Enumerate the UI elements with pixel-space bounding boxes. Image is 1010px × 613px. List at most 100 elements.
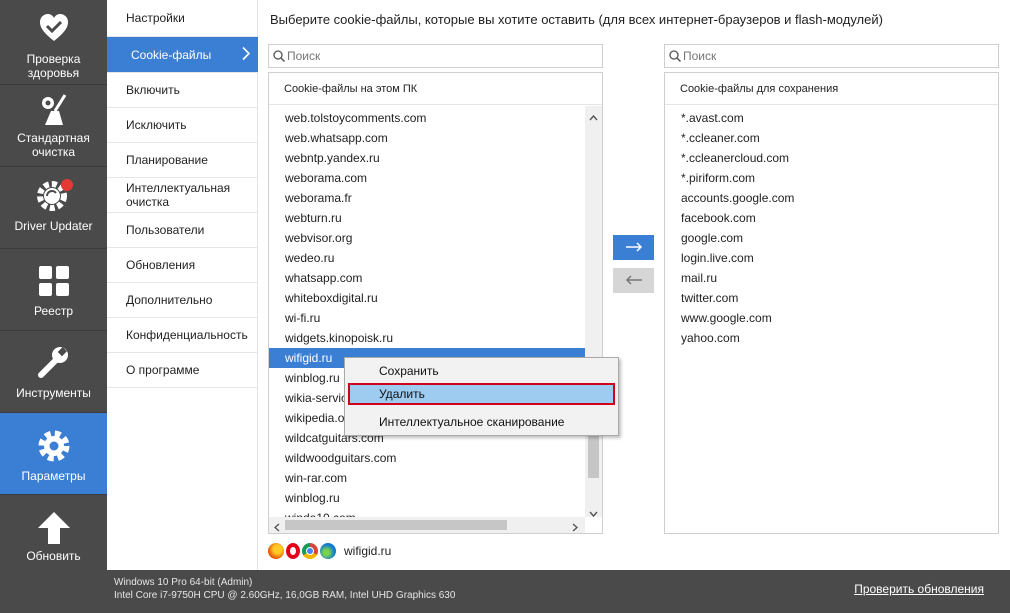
nav-item-about[interactable]: О программе — [107, 353, 258, 388]
list-item[interactable]: wi-fi.ru — [269, 308, 585, 328]
browser-icons-row: wifigid.ru — [268, 542, 391, 560]
context-delete-item[interactable]: Удалить — [348, 383, 615, 405]
scroll-left-icon[interactable] — [273, 521, 280, 533]
check-updates-link[interactable]: Проверить обновления — [854, 582, 984, 596]
list-item[interactable]: webntp.yandex.ru — [269, 148, 585, 168]
list-item[interactable]: *.ccleaner.com — [665, 128, 998, 148]
arrow-up-icon — [37, 511, 71, 548]
hardware-info: Intel Core i7-9750H CPU @ 2.60GHz, 16,0G… — [114, 590, 456, 601]
sidebar-item-driver-updater[interactable]: Driver Updater — [0, 167, 107, 249]
list-item[interactable]: wildwoodguitars.com — [269, 448, 585, 468]
nav-item-exclude[interactable]: Исключить — [107, 108, 258, 143]
right-search-input[interactable] — [683, 49, 983, 63]
nav-item-privacy[interactable]: Конфиденциальность — [107, 318, 258, 353]
sidebar-item-tools[interactable]: Инструменты — [0, 331, 107, 413]
sidebar-item-label: Параметры — [21, 469, 86, 483]
opera-icon — [286, 543, 300, 559]
sidebar-item-health-check[interactable]: Проверка здоровья — [0, 0, 107, 85]
list-item[interactable]: weborama.fr — [269, 188, 585, 208]
nav-item-advanced[interactable]: Дополнительно — [107, 283, 258, 318]
list-item[interactable]: weborama.com — [269, 168, 585, 188]
list-item[interactable]: *.ccleanercloud.com — [665, 148, 998, 168]
right-search-box[interactable] — [664, 44, 999, 68]
sidebar-item-label: Обновить — [26, 549, 81, 563]
gear-refresh-icon — [35, 179, 73, 216]
search-icon — [273, 50, 286, 65]
nav-item-label: Дополнительно — [126, 293, 213, 307]
pc-cookies-panel: Cookie-файлы на этом ПК web.tolstoycomme… — [268, 72, 603, 534]
panel-header: Cookie-файлы на этом ПК — [269, 73, 602, 105]
scroll-right-icon[interactable] — [572, 521, 579, 533]
nav-item-label: Конфиденциальность — [126, 328, 248, 342]
nav-item-cookies[interactable]: Cookie-файлы — [107, 37, 258, 73]
list-item[interactable]: win-rar.com — [269, 468, 585, 488]
list-item[interactable]: *.piriform.com — [665, 168, 998, 188]
sidebar-item-registry[interactable]: Реестр — [0, 249, 107, 331]
pc-cookies-list: web.tolstoycomments.com web.whatsapp.com w… — [269, 106, 585, 517]
status-footer: Windows 10 Pro 64-bit (Admin) Intel Core… — [107, 570, 1010, 613]
list-item[interactable]: facebook.com — [665, 208, 998, 228]
list-item[interactable]: winda10.com — [269, 508, 585, 517]
nav-item-scheduling[interactable]: Планирование — [107, 143, 258, 178]
wrench-icon — [37, 345, 71, 382]
nav-item-include[interactable]: Включить — [107, 73, 258, 108]
sidebar-item-label: Стандартная очистка — [17, 131, 90, 159]
nav-item-settings[interactable]: Настройки — [107, 0, 258, 37]
os-info: Windows 10 Pro 64-bit (Admin) — [114, 577, 253, 588]
sidebar-item-standard-clean[interactable]: Стандартная очистка — [0, 85, 107, 167]
context-menu: Сохранить Удалить Интеллектуальное скани… — [344, 357, 619, 436]
sidebar-item-label: Реестр — [34, 304, 73, 318]
main-sidebar: Проверка здоровья Стандартная очистка Dr… — [0, 0, 107, 613]
left-search-input[interactable] — [287, 49, 587, 63]
nav-item-label: Обновления — [126, 258, 196, 272]
list-item[interactable]: *.avast.com — [665, 108, 998, 128]
edge-icon — [320, 543, 336, 559]
list-item[interactable]: twitter.com — [665, 288, 998, 308]
selected-cookie-label: wifigid.ru — [344, 544, 392, 558]
nav-item-label: Cookie-файлы — [131, 47, 212, 62]
sidebar-item-update[interactable]: Обновить — [0, 495, 107, 577]
list-item[interactable]: wedeo.ru — [269, 248, 585, 268]
list-item[interactable]: google.com — [665, 228, 998, 248]
sidebar-item-label: Driver Updater — [14, 219, 93, 233]
saved-cookies-panel: Cookie-файлы для сохранения *.avast.com *… — [664, 72, 999, 534]
left-search-box[interactable] — [268, 44, 603, 68]
list-item[interactable]: login.live.com — [665, 248, 998, 268]
list-item[interactable]: whatsapp.com — [269, 268, 585, 288]
context-save-item[interactable]: Сохранить — [345, 360, 618, 382]
list-item[interactable]: mail.ru — [665, 268, 998, 288]
list-item[interactable]: www.google.com — [665, 308, 998, 328]
nav-item-updates[interactable]: Обновления — [107, 248, 258, 283]
vertical-scrollbar[interactable] — [585, 106, 602, 520]
list-item[interactable]: yahoo.com — [665, 328, 998, 348]
list-item[interactable]: accounts.google.com — [665, 188, 998, 208]
move-right-button[interactable] — [613, 235, 654, 260]
nav-item-smart-clean[interactable]: Интеллектуальная очистка — [107, 178, 258, 213]
list-item[interactable]: web.tolstoycomments.com — [269, 108, 585, 128]
nav-item-label: Планирование — [126, 153, 208, 167]
chrome-icon — [302, 543, 318, 559]
move-left-button[interactable] — [613, 268, 654, 293]
list-item[interactable]: webturn.ru — [269, 208, 585, 228]
scroll-down-icon[interactable] — [589, 506, 598, 520]
sidebar-item-settings[interactable]: Параметры — [0, 413, 107, 495]
list-item[interactable]: webvisor.org — [269, 228, 585, 248]
context-smart-scan-item[interactable]: Интеллектуальное сканирование — [345, 411, 618, 433]
heart-check-icon — [38, 12, 70, 47]
gear-icon — [37, 429, 71, 466]
scroll-thumb[interactable] — [285, 520, 507, 530]
sidebar-item-label: Инструменты — [16, 386, 91, 400]
list-item[interactable]: widgets.kinopoisk.ru — [269, 328, 585, 348]
saved-cookies-list: *.avast.com *.ccleaner.com *.ccleanercloud… — [665, 106, 998, 526]
nav-item-users[interactable]: Пользователи — [107, 213, 258, 248]
nav-item-label: Интеллектуальная очистка — [126, 181, 231, 209]
horizontal-scrollbar[interactable] — [269, 517, 585, 533]
scroll-up-icon[interactable] — [589, 110, 598, 124]
list-item[interactable]: web.whatsapp.com — [269, 128, 585, 148]
nav-item-label: Пользователи — [126, 223, 205, 237]
nav-item-label: О программе — [126, 363, 200, 377]
nav-item-label: Включить — [126, 83, 180, 97]
list-item[interactable]: whiteboxdigital.ru — [269, 288, 585, 308]
list-item[interactable]: winblog.ru — [269, 488, 585, 508]
nav-item-label: Исключить — [126, 118, 187, 132]
